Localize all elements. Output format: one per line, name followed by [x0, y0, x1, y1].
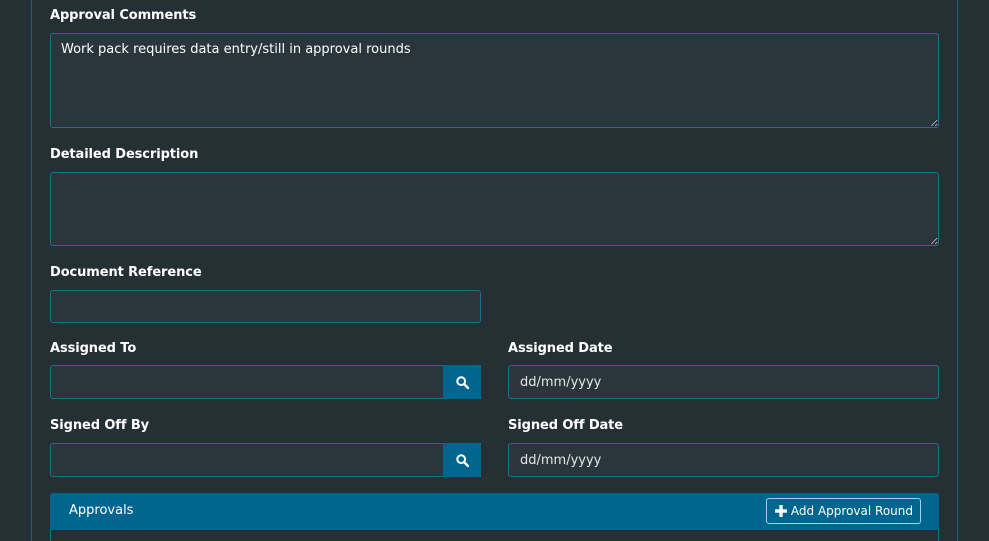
- approvals-panel-header: Approvals Add Approval Round: [50, 493, 939, 530]
- frame-border-left: [31, 0, 32, 541]
- approval-comments-textarea[interactable]: Work pack requires data entry/still in a…: [50, 33, 939, 128]
- assigned-to-input[interactable]: [50, 365, 481, 399]
- assigned-date-label: Assigned Date: [508, 341, 613, 356]
- approval-comments-label: Approval Comments: [50, 8, 197, 23]
- search-icon: [455, 375, 469, 389]
- document-reference-input[interactable]: [50, 290, 481, 323]
- assigned-to-search-button[interactable]: [443, 365, 481, 399]
- signed-off-date-input[interactable]: [508, 443, 939, 477]
- approvals-panel-title: Approvals: [69, 503, 134, 518]
- detailed-description-textarea[interactable]: [50, 172, 939, 246]
- assigned-date-input[interactable]: [508, 365, 939, 399]
- document-reference-label: Document Reference: [50, 265, 202, 280]
- signed-off-by-label: Signed Off By: [50, 418, 149, 433]
- add-approval-round-label: Add Approval Round: [790, 504, 913, 518]
- signed-off-by-input[interactable]: [50, 443, 481, 477]
- signed-off-by-search-button[interactable]: [443, 443, 481, 477]
- detailed-description-label: Detailed Description: [50, 147, 199, 162]
- approvals-panel-body: [50, 530, 939, 541]
- signed-off-date-label: Signed Off Date: [508, 418, 624, 433]
- search-icon: [455, 453, 469, 467]
- frame-border-right: [957, 0, 958, 541]
- plus-icon: [774, 505, 787, 517]
- add-approval-round-button[interactable]: Add Approval Round: [765, 498, 921, 524]
- assigned-to-label: Assigned To: [50, 341, 137, 356]
